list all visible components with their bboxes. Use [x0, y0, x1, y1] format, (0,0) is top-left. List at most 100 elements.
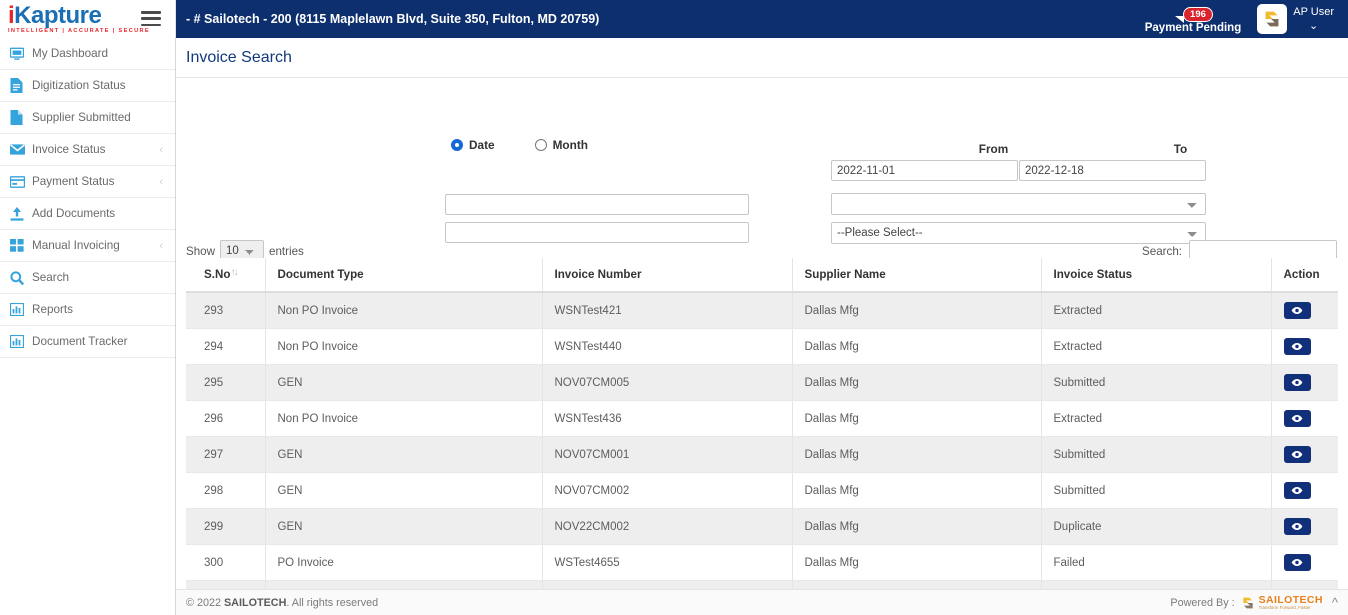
cell-supplier-name: Dallas Mfg	[792, 364, 1042, 401]
logo-word-kapture: Kapture	[14, 1, 102, 29]
radio-date[interactable]: Date	[451, 138, 495, 152]
hamburger-bar	[141, 17, 161, 20]
copyright-brand: SAILOTECH	[223, 596, 287, 609]
hamburger-bar	[141, 23, 161, 26]
column-header-invoice-number[interactable]: Invoice Number	[542, 258, 793, 293]
cell-document-type: GEN	[265, 508, 543, 545]
chevron-left-icon: ‹	[159, 175, 163, 188]
invoice-table-wrap: S.No ↑↓ Document Type Invoice Number Sup…	[186, 258, 1338, 615]
cell-supplier-name: Dallas Mfg	[792, 544, 1042, 581]
cell-document-type: GEN	[265, 364, 543, 401]
cell-action	[1271, 292, 1338, 329]
powered-by: Powered By : SAILOTECH Transform Forward…	[1170, 595, 1338, 611]
user-menu[interactable]: AP User ⌄	[1253, 4, 1348, 34]
cell-document-type: GEN	[265, 436, 543, 473]
eye-icon	[1291, 558, 1303, 567]
cell-supplier-name: Dallas Mfg	[792, 292, 1042, 329]
table-row: 297 GEN NOV07CM001 Dallas Mfg Submitted	[186, 436, 1338, 473]
view-invoice-button[interactable]	[1283, 446, 1311, 463]
view-invoice-button[interactable]	[1283, 554, 1311, 571]
cell-invoice-number: NOV22CM002	[542, 508, 793, 545]
payment-pending-button[interactable]: 196 Payment Pending	[1133, 4, 1254, 34]
footer: © 2022 SAILOTECH. All rights reserved Po…	[176, 589, 1348, 615]
cell-supplier-name: Dallas Mfg	[792, 472, 1042, 509]
hamburger-icon[interactable]	[141, 11, 161, 26]
sidebar-item-label: Supplier Submitted	[32, 111, 131, 124]
cell-action	[1271, 400, 1338, 437]
view-invoice-button[interactable]	[1283, 482, 1311, 499]
column-header-document-type[interactable]: Document Type	[265, 258, 543, 293]
sidebar-item-document-tracker[interactable]: Document Tracker	[0, 326, 175, 358]
chevron-up-icon[interactable]: ^	[1332, 595, 1338, 610]
table-body: 293 Non PO Invoice WSNTest421 Dallas Mfg Ext…	[186, 292, 1338, 615]
cell-invoice-number: NOV07CM001	[542, 436, 793, 473]
sailotech-name: SAILOTECH	[1258, 593, 1323, 606]
from-date-input[interactable]	[831, 160, 1018, 181]
app-logo[interactable]: iKapture INTELLIGENT | ACCURATE | SECURE	[0, 1, 150, 34]
hamburger-bar	[141, 11, 161, 14]
copyright-suffix: . All rights reserved	[286, 596, 379, 609]
cell-document-type: Non PO Invoice	[265, 400, 543, 437]
sidebar-item-digitization-status[interactable]: Digitization Status	[0, 70, 175, 102]
copyright-prefix: © 2022	[186, 596, 224, 609]
cell-action	[1271, 544, 1338, 581]
table-row: 298 GEN NOV07CM002 Dallas Mfg Submitted	[186, 472, 1338, 509]
table-row: 295 GEN NOV07CM005 Dallas Mfg Submitted	[186, 364, 1338, 401]
sidebar-item-search[interactable]: Search	[0, 262, 175, 294]
radio-label: Date	[469, 138, 495, 152]
eye-icon	[1291, 306, 1303, 315]
cell-sno: 296	[186, 400, 266, 437]
sidebar-item-supplier-submitted[interactable]: Supplier Submitted	[0, 102, 175, 134]
cell-invoice-status: Submitted	[1041, 436, 1272, 473]
sailotech-s-icon	[1242, 597, 1253, 608]
cell-invoice-status: Extracted	[1041, 328, 1272, 365]
grid-icon	[10, 239, 32, 252]
cell-invoice-number: WSNTest421	[542, 292, 793, 329]
view-invoice-button[interactable]	[1283, 374, 1311, 391]
chevron-left-icon: ‹	[159, 143, 163, 156]
view-invoice-button[interactable]	[1283, 518, 1311, 535]
from-label: From	[978, 142, 1009, 156]
cell-action	[1271, 328, 1338, 365]
cell-invoice-number: NOV07CM005	[542, 364, 793, 401]
sidebar-item-manual-invoicing[interactable]: Manual Invoicing ‹	[0, 230, 175, 262]
logo-text: iKapture	[8, 1, 150, 29]
view-invoice-button[interactable]	[1283, 338, 1311, 355]
to-date-input[interactable]	[1019, 160, 1206, 181]
sidebar-item-payment-status[interactable]: Payment Status ‹	[0, 166, 175, 198]
sidebar: My Dashboard Digitization Status Supplie…	[0, 38, 176, 615]
sidebar-item-reports[interactable]: Reports	[0, 294, 175, 326]
view-invoice-button[interactable]	[1283, 410, 1311, 427]
bar-chart-icon	[10, 335, 32, 348]
brand-block: iKapture INTELLIGENT | ACCURATE | SECURE	[0, 0, 176, 38]
cell-sno: 297	[186, 436, 266, 473]
radio-month[interactable]: Month	[534, 138, 588, 152]
sidebar-item-add-documents[interactable]: Add Documents	[0, 198, 175, 230]
table-row: 294 Non PO Invoice WSNTest440 Dallas Mfg Ext…	[186, 328, 1338, 365]
cell-invoice-status: Failed	[1041, 544, 1272, 581]
table-row: 296 Non PO Invoice WSNTest436 Dallas Mfg Ext…	[186, 400, 1338, 437]
sidebar-item-invoice-status[interactable]: Invoice Status ‹	[0, 134, 175, 166]
sidebar-item-label: My Dashboard	[32, 47, 109, 60]
cell-invoice-number: WSNTest440	[542, 328, 793, 365]
cell-invoice-number: WSNTest436	[542, 400, 793, 437]
invoice-number-input[interactable]	[445, 194, 749, 215]
cell-supplier-name: Dallas Mfg	[792, 436, 1042, 473]
view-invoice-button[interactable]	[1283, 302, 1311, 319]
document-type-select[interactable]	[831, 193, 1206, 215]
column-header-invoice-status[interactable]: Invoice Status	[1041, 258, 1272, 293]
column-header-sno[interactable]: S.No ↑↓	[186, 258, 266, 293]
invoice-table: S.No ↑↓ Document Type Invoice Number Sup…	[186, 258, 1338, 615]
sort-icon: ↑↓	[230, 267, 239, 278]
cell-invoice-number: NOV07CM002	[542, 472, 793, 509]
main-content: Invoice Search Date Month Invoice Number…	[176, 38, 1348, 615]
payment-pending-label: Payment Pending	[1144, 22, 1242, 34]
cell-sno: 298	[186, 472, 266, 509]
document-icon	[10, 78, 32, 93]
sidebar-item-my-dashboard[interactable]: My Dashboard	[0, 38, 175, 70]
column-header-supplier-name[interactable]: Supplier Name	[792, 258, 1042, 293]
to-label: To	[1173, 142, 1188, 156]
sailotech-wordmark: SAILOTECH Transform Forward, Faster	[1259, 595, 1323, 611]
sidebar-item-label: Add Documents	[32, 207, 116, 220]
eye-icon	[1291, 342, 1303, 351]
